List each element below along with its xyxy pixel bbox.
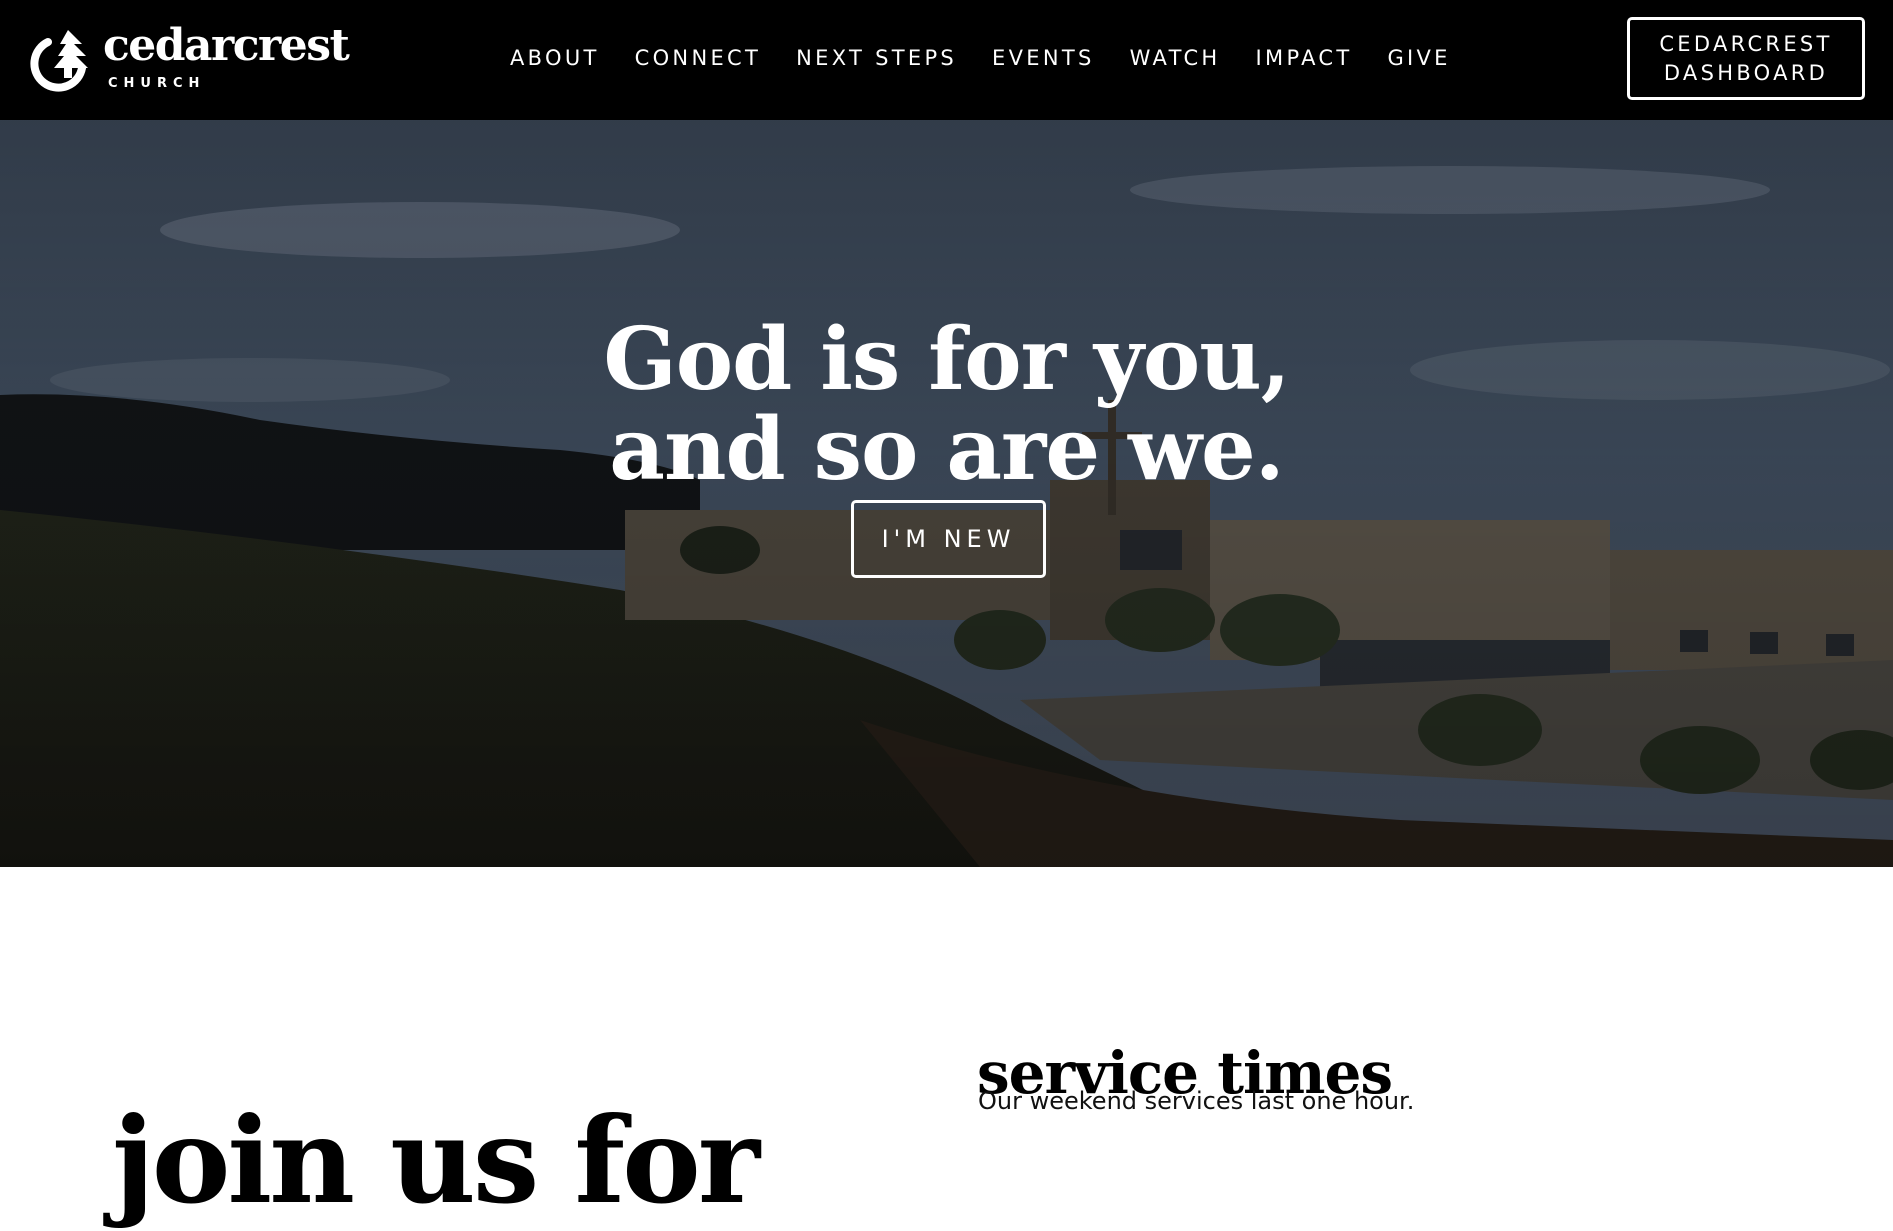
nav-item-watch[interactable]: WATCH <box>1130 46 1221 76</box>
dashboard-button-line1: CEDARCREST <box>1659 31 1833 56</box>
main-nav: ABOUT CONNECT NEXT STEPS EVENTS WATCH IM… <box>510 46 1486 76</box>
nav-item-give[interactable]: GIVE <box>1387 46 1450 76</box>
nav-item-connect[interactable]: CONNECT <box>635 46 761 76</box>
join-us-heading: join us for <box>112 1090 760 1230</box>
hero-headline: God is for you, and so are we. <box>0 308 1893 500</box>
hero-headline-line2: and so are we. <box>609 398 1284 500</box>
nav-item-impact[interactable]: IMPACT <box>1256 46 1353 76</box>
logo-subtitle: CHURCH <box>108 76 206 91</box>
nav-item-events[interactable]: EVENTS <box>992 46 1095 76</box>
im-new-button[interactable]: I'M NEW <box>851 500 1046 578</box>
nav-item-next-steps[interactable]: NEXT STEPS <box>796 46 957 76</box>
cedarcrest-dashboard-button[interactable]: CEDARCREST DASHBOARD <box>1627 17 1865 100</box>
cedar-tree-logo-icon <box>30 30 88 92</box>
nav-item-about[interactable]: ABOUT <box>510 46 600 76</box>
cedarcrest-logo[interactable]: cedarcrest CHURCH <box>28 20 350 96</box>
service-times-description: Our weekend services last one hour. <box>978 1087 1415 1115</box>
im-new-button-label: I'M NEW <box>881 525 1016 553</box>
site-header: cedarcrest CHURCH ABOUT CONNECT NEXT STE… <box>0 0 1893 120</box>
hero-headline-line1: God is for you, <box>603 308 1290 410</box>
dashboard-button-line2: DASHBOARD <box>1663 60 1829 85</box>
logo-wordmark: cedarcrest <box>103 20 350 71</box>
hero-section: God is for you, and so are we. I'M NEW <box>0 120 1893 867</box>
